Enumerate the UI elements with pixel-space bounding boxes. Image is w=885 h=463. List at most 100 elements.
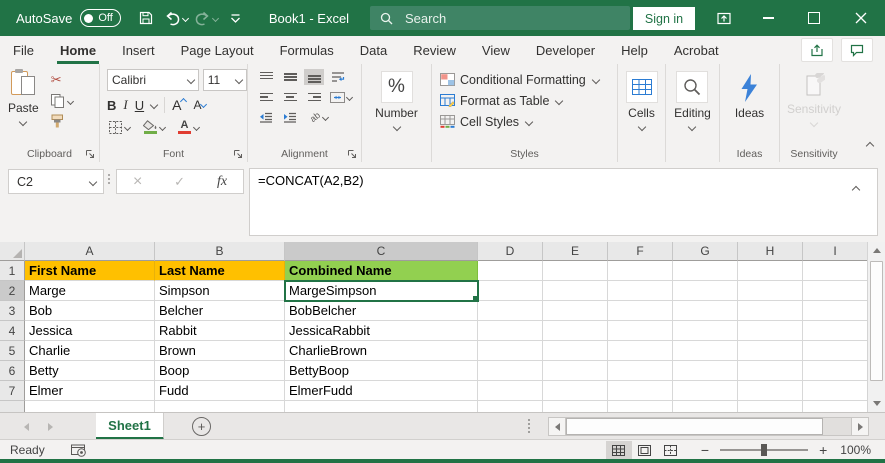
cell-d5[interactable] (478, 341, 543, 361)
scroll-right-button[interactable] (851, 417, 869, 436)
cell-i7[interactable] (803, 381, 868, 401)
sign-in-button[interactable]: Sign in (633, 7, 695, 30)
cell-g6[interactable] (673, 361, 738, 381)
cell-a5[interactable]: Charlie (25, 341, 155, 361)
cell-f5[interactable] (608, 341, 673, 361)
comments-button[interactable] (841, 38, 873, 62)
cell-b7[interactable]: Fudd (155, 381, 285, 401)
cell-e1[interactable] (543, 261, 608, 281)
cell-h2[interactable] (738, 281, 803, 301)
fill-color-button[interactable] (141, 119, 167, 135)
cell-a1[interactable]: First Name (25, 261, 155, 281)
bold-button[interactable]: B (107, 98, 116, 113)
column-header-h[interactable]: H (738, 242, 803, 261)
row-header-1[interactable]: 1 (0, 261, 25, 281)
tab-help[interactable]: Help (608, 36, 661, 64)
clipboard-dialog-launcher[interactable] (85, 149, 95, 159)
cell-h7[interactable] (738, 381, 803, 401)
vertical-scrollbar[interactable] (867, 242, 885, 412)
share-button[interactable] (801, 38, 833, 62)
close-button[interactable] (839, 0, 883, 36)
name-box[interactable]: C2 (8, 169, 104, 194)
row-header-3[interactable]: 3 (0, 301, 25, 321)
align-right-button[interactable] (304, 89, 324, 105)
cell-b4[interactable]: Rabbit (155, 321, 285, 341)
format-painter-button[interactable] (49, 113, 75, 129)
cell-g7[interactable] (673, 381, 738, 401)
cell-c3[interactable]: BobBelcher (285, 301, 478, 321)
cell-c8[interactable] (285, 401, 478, 412)
tab-file[interactable]: File (0, 36, 47, 64)
bottom-align-button[interactable] (304, 69, 324, 85)
cell-e4[interactable] (543, 321, 608, 341)
cell-a8[interactable] (25, 401, 155, 412)
font-name-combo[interactable]: Calibri (107, 69, 199, 91)
cell-h8[interactable] (738, 401, 803, 412)
cancel-button[interactable]: × (133, 173, 142, 191)
undo-button[interactable] (163, 5, 189, 31)
number-format-button[interactable]: % Number (371, 69, 422, 162)
wrap-text-button[interactable] (328, 69, 348, 85)
tab-review[interactable]: Review (400, 36, 469, 64)
cell-h1[interactable] (738, 261, 803, 281)
cell-d4[interactable] (478, 321, 543, 341)
insert-function-button[interactable]: fx (217, 174, 227, 190)
cell-h6[interactable] (738, 361, 803, 381)
cell-g2[interactable] (673, 281, 738, 301)
zoom-in-button[interactable]: + (816, 442, 830, 458)
cell-d1[interactable] (478, 261, 543, 281)
align-center-button[interactable] (280, 89, 300, 105)
scroll-up-button[interactable] (868, 242, 885, 259)
conditional-formatting-button[interactable]: Conditional Formatting (440, 69, 617, 90)
cell-c2-selected[interactable]: MargeSimpson (285, 281, 478, 301)
increase-indent-button[interactable] (280, 109, 300, 125)
cell-d2[interactable] (478, 281, 543, 301)
zoom-slider[interactable] (720, 449, 808, 451)
cell-i5[interactable] (803, 341, 868, 361)
paste-button[interactable]: Paste (8, 69, 39, 129)
middle-align-button[interactable] (280, 69, 300, 85)
column-header-i[interactable]: I (803, 242, 868, 261)
italic-button[interactable]: I (123, 97, 127, 113)
tab-home[interactable]: Home (47, 36, 109, 64)
cell-e3[interactable] (543, 301, 608, 321)
cell-b6[interactable]: Boop (155, 361, 285, 381)
merge-center-button[interactable] (328, 89, 354, 105)
tab-page-layout[interactable]: Page Layout (168, 36, 267, 64)
tab-acrobat[interactable]: Acrobat (661, 36, 732, 64)
cell-i6[interactable] (803, 361, 868, 381)
cut-button[interactable]: ✂ (49, 71, 75, 89)
cell-a6[interactable]: Betty (25, 361, 155, 381)
cell-i4[interactable] (803, 321, 868, 341)
font-dialog-launcher[interactable] (233, 149, 243, 159)
ribbon-display-options-button[interactable] (702, 0, 746, 36)
zoom-out-button[interactable]: − (698, 442, 712, 458)
accessibility-checker-button[interactable] (71, 444, 87, 457)
tab-scrollbar-splitter[interactable] (528, 419, 530, 433)
cell-g3[interactable] (673, 301, 738, 321)
row-header-8[interactable] (0, 401, 25, 412)
autosave-toggle[interactable]: Off (80, 9, 120, 27)
sheet-tab-sheet1[interactable]: Sheet1 (96, 413, 164, 440)
horizontal-scroll-thumb[interactable] (566, 418, 823, 435)
align-left-button[interactable] (256, 89, 276, 105)
cell-a4[interactable]: Jessica (25, 321, 155, 341)
column-header-b[interactable]: B (155, 242, 285, 261)
format-as-table-button[interactable]: Format as Table (440, 90, 617, 111)
save-button[interactable] (133, 5, 159, 31)
cell-f8[interactable] (608, 401, 673, 412)
horizontal-scroll-track[interactable] (566, 417, 851, 436)
cell-a3[interactable]: Bob (25, 301, 155, 321)
cell-a7[interactable]: Elmer (25, 381, 155, 401)
column-header-a[interactable]: A (25, 242, 155, 261)
cell-h3[interactable] (738, 301, 803, 321)
formula-bar-splitter[interactable] (108, 174, 110, 184)
horizontal-scrollbar[interactable] (548, 417, 869, 436)
cell-i1[interactable] (803, 261, 868, 281)
new-sheet-button[interactable]: + (192, 417, 211, 436)
formula-input[interactable]: =CONCAT(A2,B2) (249, 168, 878, 236)
enter-button[interactable]: ✓ (174, 174, 185, 190)
cell-b5[interactable]: Brown (155, 341, 285, 361)
column-header-d[interactable]: D (478, 242, 543, 261)
cell-c7[interactable]: ElmerFudd (285, 381, 478, 401)
